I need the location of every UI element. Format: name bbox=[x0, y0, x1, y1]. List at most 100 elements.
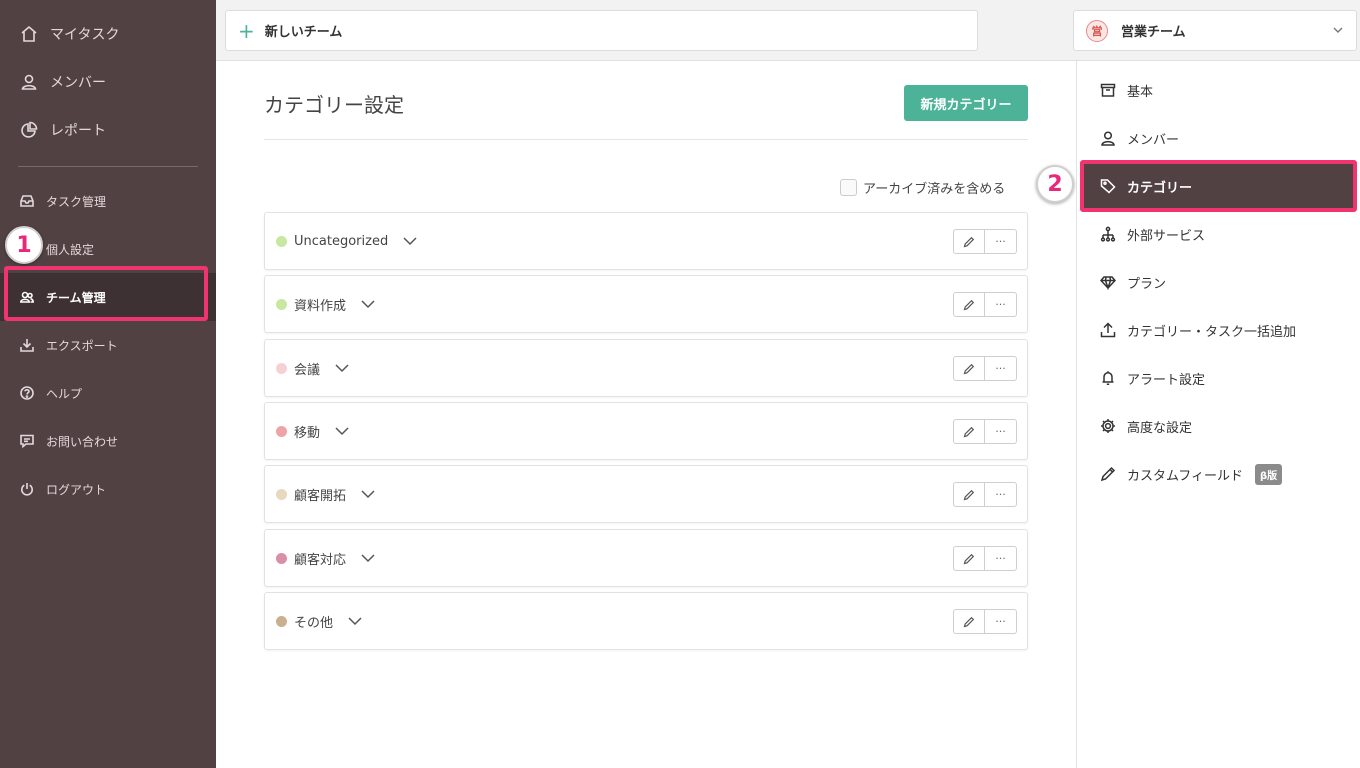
main-content: カテゴリー設定 新規カテゴリー アーカイブ済みを含める Uncategorize… bbox=[216, 61, 1076, 768]
category-actions: ··· bbox=[953, 546, 1017, 571]
edit-category-button[interactable] bbox=[953, 356, 985, 381]
gear-icon bbox=[1099, 417, 1117, 435]
category-color-dot bbox=[276, 235, 287, 247]
category-row[interactable]: 顧客対応 ··· bbox=[264, 529, 1028, 587]
new-team-button[interactable]: + 新しいチーム bbox=[225, 10, 978, 51]
chevron-down-icon[interactable] bbox=[347, 613, 363, 629]
edit-category-button[interactable] bbox=[953, 229, 985, 254]
category-color-dot bbox=[276, 362, 287, 374]
sidebar-item-help[interactable]: ヘルプ bbox=[0, 369, 216, 417]
category-color-dot bbox=[276, 298, 287, 310]
category-row[interactable]: 会議 ··· bbox=[264, 339, 1028, 397]
pencil-icon bbox=[963, 553, 975, 564]
more-options-button[interactable]: ··· bbox=[985, 229, 1017, 254]
pencil-icon bbox=[963, 489, 975, 500]
category-name: 会議 bbox=[294, 362, 321, 378]
more-options-button[interactable]: ··· bbox=[985, 292, 1017, 317]
team-icon bbox=[20, 290, 34, 304]
settings-item-bulk-add[interactable]: カテゴリー・タスク一括追加 bbox=[1083, 308, 1353, 352]
category-row[interactable]: 移動 ··· bbox=[264, 402, 1028, 460]
chevron-down-icon[interactable] bbox=[360, 296, 376, 312]
settings-item-alert[interactable]: アラート設定 bbox=[1083, 356, 1353, 400]
team-name: 営業チーム bbox=[1121, 25, 1186, 40]
more-options-button[interactable]: ··· bbox=[985, 356, 1017, 381]
chevron-down-icon[interactable] bbox=[402, 233, 418, 249]
new-team-label: 新しいチーム bbox=[264, 25, 343, 40]
more-options-button[interactable]: ··· bbox=[985, 609, 1017, 634]
sidebar-item-members[interactable]: メンバー bbox=[0, 58, 216, 106]
settings-item-custom-fields[interactable]: カスタムフィールド β版 bbox=[1083, 452, 1353, 496]
edit-category-button[interactable] bbox=[953, 546, 985, 571]
pencil-icon bbox=[963, 616, 975, 627]
left-sidebar: マイタスク メンバー レポート タスク管理 個人設定 チーム管理 エクスポート … bbox=[0, 0, 216, 768]
chevron-down-icon[interactable] bbox=[360, 550, 376, 566]
sidebar-item-my-tasks[interactable]: マイタスク bbox=[0, 10, 216, 58]
chevron-down-icon[interactable] bbox=[360, 486, 376, 502]
sidebar-item-label: レポート bbox=[50, 123, 106, 139]
category-name: その他 bbox=[294, 615, 334, 631]
chevron-down-icon[interactable] bbox=[334, 360, 350, 376]
sidebar-item-label: お問い合わせ bbox=[46, 434, 119, 449]
download-icon bbox=[20, 338, 34, 352]
more-options-button[interactable]: ··· bbox=[985, 419, 1017, 444]
settings-item-category[interactable]: カテゴリー bbox=[1083, 164, 1353, 208]
category-name: 資料作成 bbox=[294, 298, 347, 314]
inbox-icon bbox=[20, 194, 34, 208]
category-row[interactable]: Uncategorized ··· bbox=[264, 212, 1028, 270]
sidebar-item-label: メンバー bbox=[50, 75, 106, 91]
include-archived-toggle[interactable]: アーカイブ済みを含める bbox=[840, 178, 1005, 197]
chevron-down-icon[interactable] bbox=[334, 423, 350, 439]
settings-item-advanced[interactable]: 高度な設定 bbox=[1083, 404, 1353, 448]
diamond-icon bbox=[1099, 273, 1117, 291]
category-actions: ··· bbox=[953, 356, 1017, 381]
sidebar-item-export[interactable]: エクスポート bbox=[0, 321, 216, 369]
team-logo-text: 営 bbox=[1091, 24, 1103, 38]
plus-icon: + bbox=[238, 18, 255, 43]
more-options-button[interactable]: ··· bbox=[985, 546, 1017, 571]
category-name: 顧客開拓 bbox=[294, 488, 347, 504]
sidebar-item-team-management[interactable]: チーム管理 bbox=[0, 273, 216, 321]
settings-item-members[interactable]: メンバー bbox=[1083, 116, 1353, 160]
user-icon bbox=[1099, 129, 1117, 147]
settings-item-label: プラン bbox=[1127, 276, 1167, 292]
include-archived-checkbox[interactable] bbox=[840, 179, 857, 196]
settings-item-basic[interactable]: 基本 bbox=[1083, 68, 1353, 112]
category-actions: ··· bbox=[953, 292, 1017, 317]
edit-category-button[interactable] bbox=[953, 482, 985, 507]
sidebar-item-contact[interactable]: お問い合わせ bbox=[0, 417, 216, 465]
edit-category-button[interactable] bbox=[953, 419, 985, 444]
step-callout-2: 2 bbox=[1036, 165, 1074, 203]
category-color-dot bbox=[276, 425, 287, 437]
page-title: カテゴリー設定 bbox=[264, 93, 404, 117]
pencil-icon bbox=[963, 426, 975, 437]
category-row[interactable]: 顧客開拓 ··· bbox=[264, 465, 1028, 523]
top-bar: + 新しいチーム 営 営業チーム bbox=[216, 0, 1360, 61]
sidebar-item-logout[interactable]: ログアウト bbox=[0, 465, 216, 513]
edit-category-button[interactable] bbox=[953, 292, 985, 317]
team-logo-icon: 営 bbox=[1086, 19, 1108, 42]
sidebar-item-label: ヘルプ bbox=[46, 386, 83, 401]
settings-item-external-services[interactable]: 外部サービス bbox=[1083, 212, 1353, 256]
sidebar-item-label: マイタスク bbox=[50, 27, 120, 43]
settings-item-label: メンバー bbox=[1127, 132, 1180, 148]
category-color-dot bbox=[276, 552, 287, 564]
settings-item-label: アラート設定 bbox=[1127, 372, 1206, 388]
more-options-button[interactable]: ··· bbox=[985, 482, 1017, 507]
category-row[interactable]: 資料作成 ··· bbox=[264, 275, 1028, 333]
sidebar-item-label: ログアウト bbox=[46, 482, 107, 497]
settings-item-plan[interactable]: プラン bbox=[1083, 260, 1353, 304]
power-icon bbox=[20, 482, 34, 496]
category-row[interactable]: その他 ··· bbox=[264, 592, 1028, 650]
help-icon bbox=[20, 386, 34, 400]
sidebar-item-report[interactable]: レポート bbox=[0, 106, 216, 154]
upload-icon bbox=[1099, 321, 1117, 339]
sidebar-item-task-management[interactable]: タスク管理 bbox=[0, 177, 216, 225]
sidebar-item-label: チーム管理 bbox=[46, 290, 106, 305]
edit-category-button[interactable] bbox=[953, 609, 985, 634]
new-category-button[interactable]: 新規カテゴリー bbox=[904, 85, 1028, 121]
team-selector[interactable]: 営 営業チーム bbox=[1073, 10, 1357, 51]
pencil-icon bbox=[963, 299, 975, 310]
pencil-icon bbox=[963, 363, 975, 374]
category-name: 顧客対応 bbox=[294, 552, 347, 568]
tag-icon bbox=[1099, 177, 1117, 195]
